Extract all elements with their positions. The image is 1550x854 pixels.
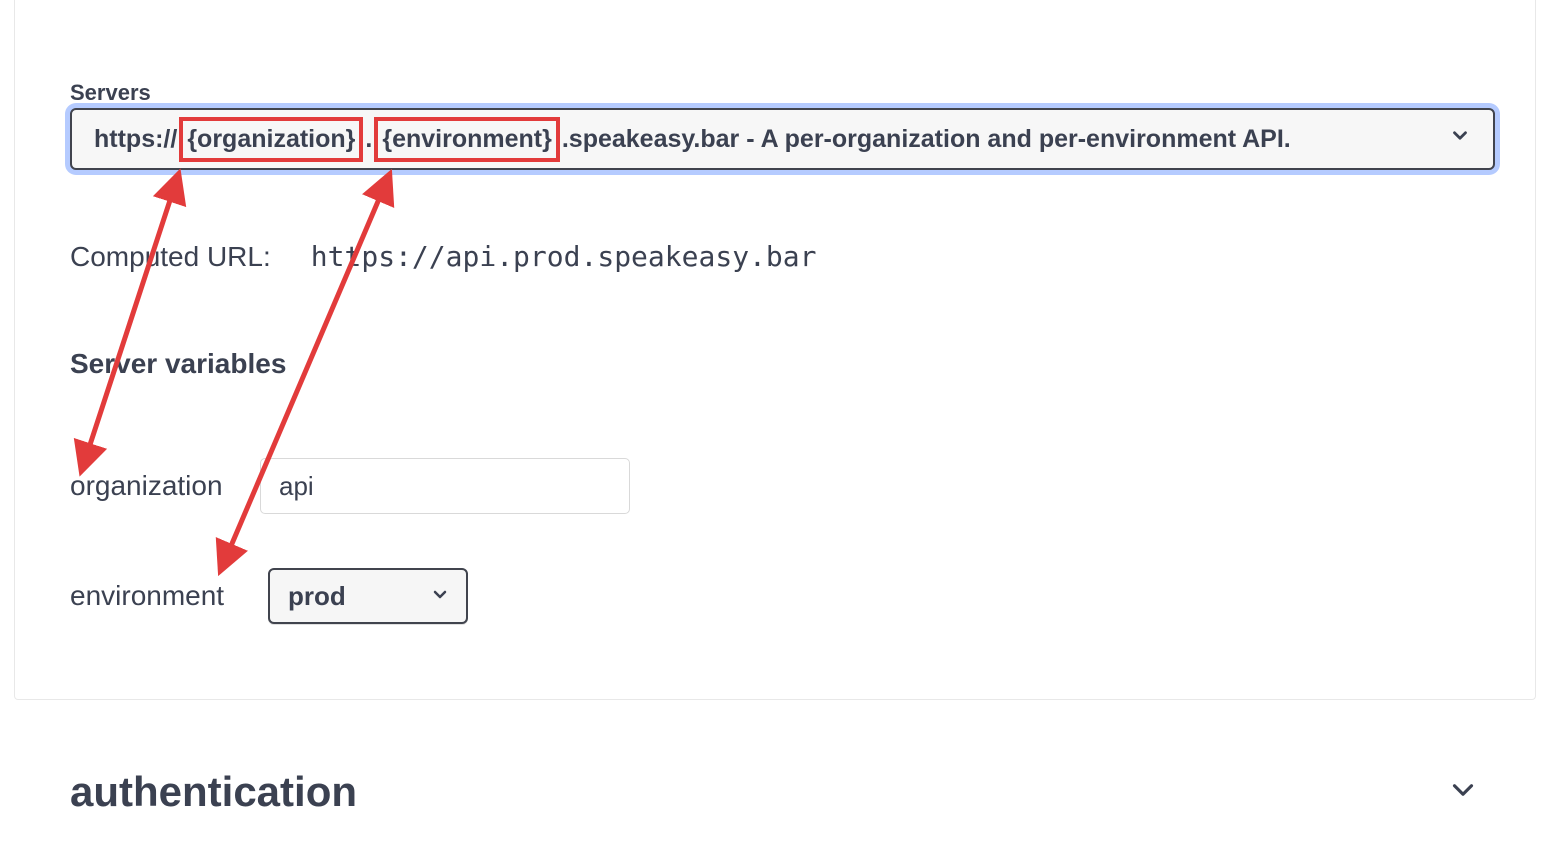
server-url-prefix: https:// bbox=[94, 125, 177, 154]
computed-url-value: https://api.prod.speakeasy.bar bbox=[311, 240, 817, 273]
chevron-down-icon bbox=[430, 581, 450, 612]
server-url-sep: . bbox=[365, 125, 372, 154]
servers-section-label: Servers bbox=[70, 80, 151, 106]
environment-label: environment bbox=[70, 580, 268, 612]
page-root: Servers https:// {organization} . {envir… bbox=[0, 0, 1550, 854]
organization-input[interactable] bbox=[260, 458, 630, 514]
server-url-suffix: .speakeasy.bar - A per-organization and … bbox=[562, 125, 1291, 154]
organization-label: organization bbox=[70, 470, 260, 502]
server-url-var-environment: {environment} bbox=[374, 117, 559, 162]
server-variables-heading: Server variables bbox=[70, 348, 286, 380]
servers-dropdown[interactable]: https:// {organization} . {environment} … bbox=[70, 108, 1495, 170]
environment-select[interactable]: prod bbox=[268, 568, 468, 624]
authentication-title: authentication bbox=[70, 768, 357, 816]
server-variable-row-organization: organization bbox=[70, 458, 630, 514]
authentication-section-header[interactable]: authentication bbox=[70, 768, 1480, 816]
server-url-var-organization: {organization} bbox=[179, 117, 363, 162]
chevron-down-icon bbox=[1449, 125, 1471, 154]
computed-url-label: Computed URL: bbox=[70, 241, 271, 273]
environment-select-value: prod bbox=[288, 581, 346, 612]
server-variable-row-environment: environment prod bbox=[70, 568, 468, 624]
chevron-down-icon bbox=[1446, 773, 1480, 812]
servers-card: Servers https:// {organization} . {envir… bbox=[14, 0, 1536, 700]
computed-url-row: Computed URL: https://api.prod.speakeasy… bbox=[70, 240, 817, 273]
